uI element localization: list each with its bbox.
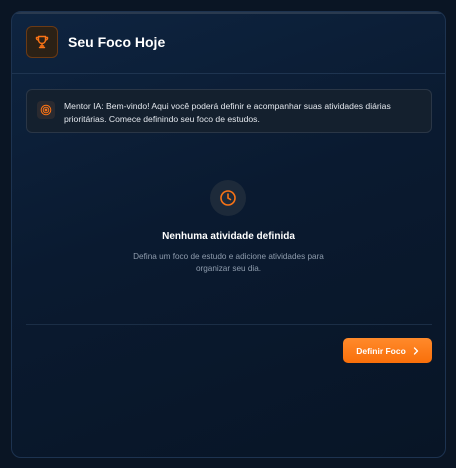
divider	[26, 324, 432, 325]
target-icon	[37, 101, 55, 119]
empty-state-title: Nenhuma atividade definida	[162, 231, 295, 242]
define-focus-label: Definir Foco	[356, 345, 406, 356]
chevron-right-icon	[413, 346, 418, 355]
clock-icon	[210, 180, 246, 216]
card-header: Seu Foco Hoje	[12, 12, 445, 74]
focus-card: Seu Foco Hoje Mentor IA: Bem-vindo! Aqui…	[11, 11, 446, 458]
define-focus-button[interactable]: Definir Foco	[343, 338, 432, 363]
mentor-message-text: Mentor IA: Bem-vindo! Aqui você poderá d…	[64, 101, 391, 124]
empty-state-description: Defina um foco de estudo e adicione ativ…	[133, 252, 324, 273]
mentor-message-box: Mentor IA: Bem-vindo! Aqui você poderá d…	[26, 89, 432, 133]
trophy-icon	[26, 26, 58, 58]
page-title: Seu Foco Hoje	[68, 34, 166, 50]
